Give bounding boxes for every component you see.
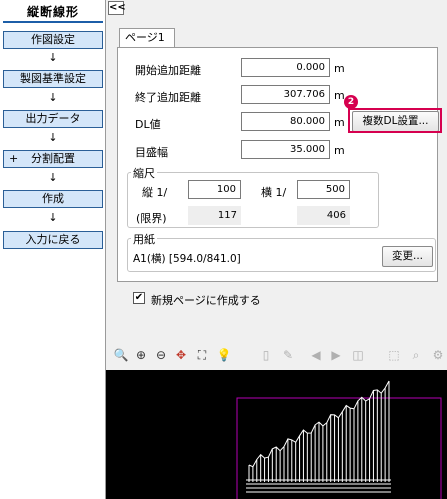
profile-drawing — [236, 380, 442, 499]
new-page-checkbox[interactable]: ✔ — [133, 292, 145, 304]
sidebar-item-split-layout[interactable]: + 分割配置 — [3, 150, 103, 168]
scale-interval-field[interactable]: 35.000 — [241, 140, 330, 159]
previous-page-icon[interactable]: ◀ — [308, 347, 324, 363]
sidebar-item-label: 作図設定 — [31, 33, 75, 46]
sidebar-item-label: 作成 — [42, 192, 64, 205]
unit-label: m — [334, 144, 345, 157]
lightbulb-icon[interactable]: 💡 — [216, 347, 232, 363]
preview-toolbar: 🔍 ⊕ ⊖ ✥ ⛶ 💡 ▯ ✎ ◀ ▶ ◫ ⬚ ⌕ ⚙ — [110, 344, 447, 368]
sidebar-item-create[interactable]: 作成 — [3, 190, 103, 208]
left-navigation-pane: 縦断線形 作図設定 ↓ 製図基準設定 ↓ 出力データ ↓ + 分割配置 ↓ 作成 … — [0, 0, 106, 499]
vertical-scale-field[interactable]: 100 — [188, 180, 241, 199]
flow-arrow: ↓ — [48, 211, 58, 224]
layout-icon[interactable]: ◫ — [350, 347, 366, 363]
sidebar-item-label: 出力データ — [25, 112, 81, 125]
sidebar-item-back-to-input[interactable]: 入力に戻る — [3, 231, 103, 249]
vertical-limit-value: 117 — [188, 206, 241, 225]
horizontal-limit-value: 406 — [297, 206, 350, 225]
sidebar-item-output-data[interactable]: 出力データ — [3, 110, 103, 128]
callout-number-badge: 2 — [344, 95, 358, 109]
collapse-pane-button[interactable]: << — [108, 1, 126, 15]
sidebar-item-label: 入力に戻る — [25, 233, 81, 246]
start-extra-distance-label: 開始追加距離 — [135, 64, 201, 77]
edit-icon[interactable]: ✎ — [280, 347, 296, 363]
search-icon[interactable]: ⌕ — [408, 347, 424, 363]
fit-window-icon[interactable]: ⛶ — [194, 347, 210, 363]
zoom-out-icon[interactable]: ⊖ — [153, 347, 169, 363]
flow-arrow: ↓ — [48, 171, 58, 184]
expand-icon: + — [9, 152, 19, 165]
new-page-checkbox-label: 新規ページに作成する — [151, 294, 261, 307]
select-icon[interactable]: ⬚ — [386, 347, 402, 363]
paper-group-title: 用紙 — [131, 231, 157, 247]
dl-value-label: DL値 — [135, 118, 161, 131]
tab-page-1[interactable]: ページ1 — [119, 28, 175, 48]
flow-arrow: ↓ — [48, 51, 58, 64]
flow-arrow: ↓ — [48, 91, 58, 104]
dl-value-field[interactable]: 80.000 — [241, 112, 330, 131]
limit-label: (限界) — [136, 212, 167, 225]
zoom-in-icon[interactable]: ⊕ — [133, 347, 149, 363]
sidebar-title: 縦断線形 — [3, 3, 103, 23]
pan-icon[interactable]: ✥ — [173, 347, 189, 363]
start-extra-distance-field[interactable]: 0.000 — [241, 58, 330, 77]
callout-highlight — [348, 108, 442, 133]
unit-label: m — [334, 116, 345, 129]
sidebar-item-drawing-settings[interactable]: 作図設定 — [3, 31, 103, 49]
scale-interval-label: 目盛幅 — [135, 146, 168, 159]
paper-size-value: A1(横) [594.0/841.0] — [133, 253, 241, 265]
end-extra-distance-label: 終了追加距離 — [135, 91, 201, 104]
sidebar-item-label: 製図基準設定 — [20, 72, 86, 85]
unit-label: m — [334, 62, 345, 75]
horizontal-scale-label: 横 1/ — [261, 186, 287, 199]
sidebar-item-drafting-standards[interactable]: 製図基準設定 — [3, 70, 103, 88]
next-page-icon[interactable]: ▶ — [328, 347, 344, 363]
profile-lines — [248, 381, 390, 482]
sidebar-item-label: 分割配置 — [31, 152, 75, 165]
zoom-fit-icon[interactable]: 🔍 — [113, 347, 129, 363]
horizontal-scale-field[interactable]: 500 — [297, 180, 350, 199]
page-icon[interactable]: ▯ — [258, 347, 274, 363]
flow-arrow: ↓ — [48, 131, 58, 144]
drawing-preview[interactable] — [106, 370, 447, 499]
end-extra-distance-field[interactable]: 307.706 — [241, 85, 330, 104]
scale-group-title: 縮尺 — [131, 165, 157, 181]
change-paper-button[interactable]: 変更... — [382, 246, 433, 267]
vertical-scale-label: 縦 1/ — [142, 186, 168, 199]
settings-icon[interactable]: ⚙ — [430, 347, 446, 363]
